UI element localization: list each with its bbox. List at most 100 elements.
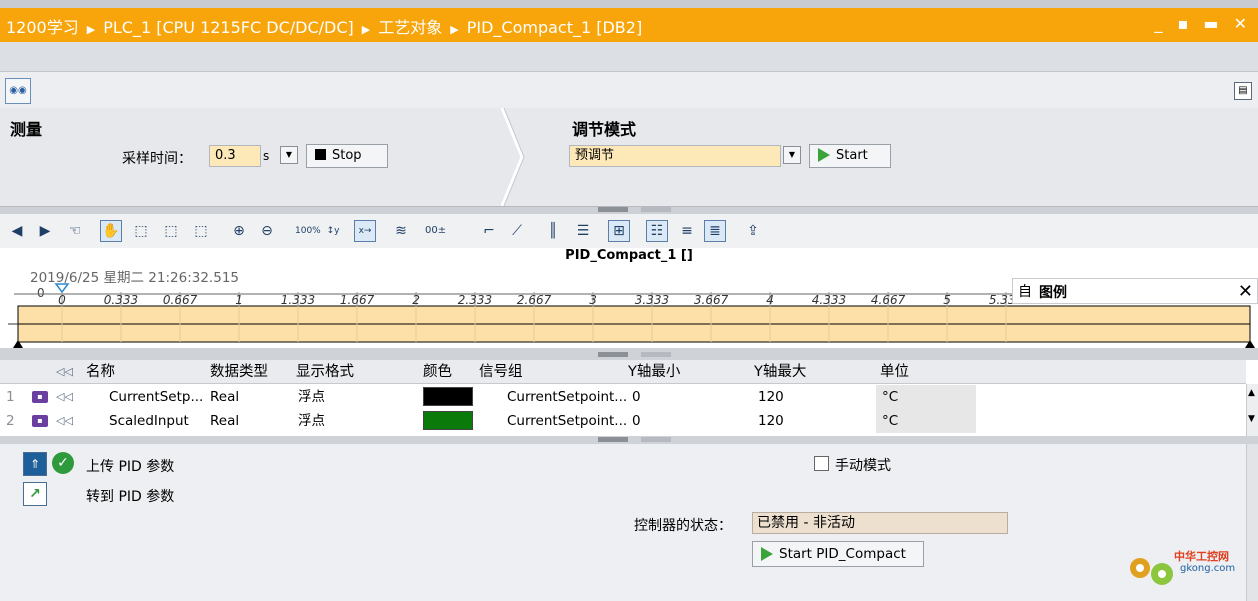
start-tuning-button[interactable]: Start — [809, 144, 891, 168]
table-scrollbar[interactable]: ▲ ▼ — [1246, 384, 1258, 436]
tag-icon: ▪ — [32, 391, 48, 403]
hand-pan-icon[interactable]: ✋ — [100, 220, 122, 242]
sample-time-input[interactable]: 0.3 — [209, 145, 261, 167]
y-100-icon[interactable]: ↕y — [322, 220, 344, 242]
signal-group[interactable]: CurrentSetpoint... — [507, 409, 627, 433]
tuning-mode-dropdown-icon[interactable]: ▼ — [783, 146, 801, 164]
align-left-icon[interactable]: ≡ — [676, 220, 698, 242]
zoom-100-icon[interactable]: 100% — [294, 220, 321, 242]
splitter-middle[interactable] — [0, 348, 1258, 360]
signal-unit[interactable]: °C — [882, 385, 898, 409]
header-name[interactable]: 名称 — [86, 360, 115, 384]
signal-color-swatch[interactable] — [423, 411, 473, 430]
forward-icon[interactable]: ▶ — [34, 220, 56, 242]
breadcrumb-pid-compact[interactable]: PID_Compact_1 [DB2] — [467, 18, 643, 37]
function-view-band — [0, 42, 1258, 72]
splitter-down-handle[interactable] — [641, 437, 671, 442]
scroll-up-icon[interactable]: ▲ — [1248, 388, 1255, 398]
splitter-down-handle[interactable] — [641, 207, 671, 212]
table-row[interactable]: 2 ▪ ◁◁ ScaledInput Real 浮点 CurrentSetpoi… — [0, 409, 1246, 433]
upload-pid-label[interactable]: 上传 PID 参数 — [86, 456, 174, 476]
legend-close-icon[interactable]: ✕ — [1238, 281, 1253, 302]
breadcrumb: 1200学习 ▶ PLC_1 [CPU 1215FC DC/DC/DC] ▶ 工艺对象 ▶… — [6, 14, 642, 38]
splitter-down-handle[interactable] — [641, 352, 671, 357]
signal-visibility-icon[interactable]: ◁◁ — [56, 409, 73, 433]
gkong-watermark: 中华工控网 gkong.com — [1122, 544, 1235, 592]
zoom-in-icon[interactable]: ⊕ — [228, 220, 250, 242]
header-unit[interactable]: 单位 — [880, 360, 909, 384]
x-tick-label: 2 — [412, 293, 420, 307]
value-ruler-icon[interactable]: 00± — [424, 220, 446, 242]
export-icon[interactable]: ⇪ — [742, 220, 764, 242]
x-tick-label: 5 — [943, 293, 951, 307]
signal-unit[interactable]: °C — [882, 409, 898, 433]
header-y-min[interactable]: Y轴最小 — [628, 360, 680, 384]
goto-pid-label[interactable]: 转到 PID 参数 — [86, 486, 174, 506]
signal-color-swatch[interactable] — [423, 387, 473, 406]
signal-display-format[interactable]: 浮点 — [298, 385, 325, 409]
header-data-type[interactable]: 数据类型 — [210, 360, 268, 384]
signal-group[interactable]: CurrentSetpoint... — [507, 385, 627, 409]
step-line-icon[interactable]: ⌐ — [478, 220, 500, 242]
align-list-icon[interactable]: ≣ — [704, 220, 726, 242]
signal-y-min[interactable]: 0 — [632, 385, 641, 409]
tuning-mode-select[interactable]: 预调节 — [569, 145, 781, 167]
signal-y-min[interactable]: 0 — [632, 409, 641, 433]
signal-name[interactable]: ScaledInput — [109, 409, 205, 433]
row-number: 2 — [6, 413, 15, 429]
sample-unit-dropdown-icon[interactable]: ▼ — [280, 146, 298, 164]
legend-auto-label: 自 — [1018, 284, 1032, 300]
play-icon — [761, 547, 773, 561]
signal-name[interactable]: CurrentSetp... — [109, 385, 205, 409]
zoom-select-icon[interactable]: ⬚ — [130, 220, 152, 242]
signal-y-max[interactable]: 120 — [758, 385, 784, 409]
diagonal-line-icon[interactable]: ⟋ — [506, 220, 528, 242]
manual-mode-checkbox[interactable] — [814, 456, 829, 471]
bottom-scrollbar[interactable] — [1246, 444, 1258, 601]
header-color[interactable]: 颜色 — [423, 360, 452, 384]
header-display-format[interactable]: 显示格式 — [296, 360, 354, 384]
x-100-icon[interactable]: x→ — [354, 220, 376, 242]
signal-table-icon[interactable]: ☷ — [646, 220, 668, 242]
monitor-all-icon[interactable]: ◉◉ — [5, 78, 31, 104]
zoom-y-icon[interactable]: ⬚ — [190, 220, 212, 242]
play-icon — [818, 148, 830, 162]
breadcrumb-separator-icon: ▶ — [450, 23, 459, 36]
signal-visibility-icon[interactable]: ◁◁ — [56, 385, 73, 409]
splitter-up-handle[interactable] — [598, 352, 628, 357]
scroll-down-icon[interactable]: ▼ — [1248, 414, 1255, 424]
auto-scale-icon[interactable]: ≋ — [390, 220, 412, 242]
upload-pid-icon[interactable]: ⇑ — [23, 452, 47, 476]
scroll-hand-disabled-icon[interactable]: ☜ — [64, 220, 86, 242]
table-row[interactable]: 1 ▪ ◁◁ CurrentSetp... Real 浮点 CurrentSet… — [0, 385, 1246, 409]
zoom-out-icon[interactable]: ⊖ — [256, 220, 278, 242]
window-controls[interactable]: _ ▪ ▬ ✕ — [1154, 14, 1252, 33]
stop-measurement-button[interactable]: Stop — [306, 144, 388, 168]
fit-signal-icon[interactable]: ⊞ — [608, 220, 630, 242]
x-tick-label: 4 — [766, 293, 774, 307]
tuning-mode-heading: 调节模式 — [572, 120, 637, 139]
panel-layout-icon[interactable]: ▤ — [1234, 82, 1252, 100]
breadcrumb-technology-objects[interactable]: 工艺对象 — [378, 18, 442, 37]
back-icon[interactable]: ◀ — [6, 220, 28, 242]
legend-panel[interactable]: 自 图例 ✕ — [1012, 278, 1258, 304]
header-signal-group[interactable]: 信号组 — [479, 360, 523, 384]
signal-display-format[interactable]: 浮点 — [298, 409, 325, 433]
header-y-max[interactable]: Y轴最大 — [754, 360, 806, 384]
x-tick-label: 3.667 — [694, 293, 729, 307]
goto-pid-icon[interactable]: ↗ — [23, 482, 47, 506]
vertical-ruler-icon[interactable]: ║ — [542, 220, 564, 242]
splitter-top[interactable] — [0, 206, 1258, 214]
row-number: 1 — [6, 389, 15, 405]
stop-label: Stop — [332, 148, 362, 163]
splitter-up-handle[interactable] — [598, 207, 628, 212]
start-pid-compact-button[interactable]: Start PID_Compact — [752, 541, 924, 567]
horizontal-ruler-icon[interactable]: ☰ — [572, 220, 594, 242]
breadcrumb-project[interactable]: 1200学习 — [6, 18, 79, 37]
signal-y-max[interactable]: 120 — [758, 409, 784, 433]
pid-control-area: ⇑ ✓ 上传 PID 参数 ↗ 转到 PID 参数 手动模式 控制器的状态： 已… — [0, 444, 1258, 601]
breadcrumb-plc[interactable]: PLC_1 [CPU 1215FC DC/DC/DC] — [103, 18, 354, 37]
zoom-x-icon[interactable]: ⬚ — [160, 220, 182, 242]
splitter-up-handle[interactable] — [598, 437, 628, 442]
splitter-bottom[interactable] — [0, 436, 1258, 444]
